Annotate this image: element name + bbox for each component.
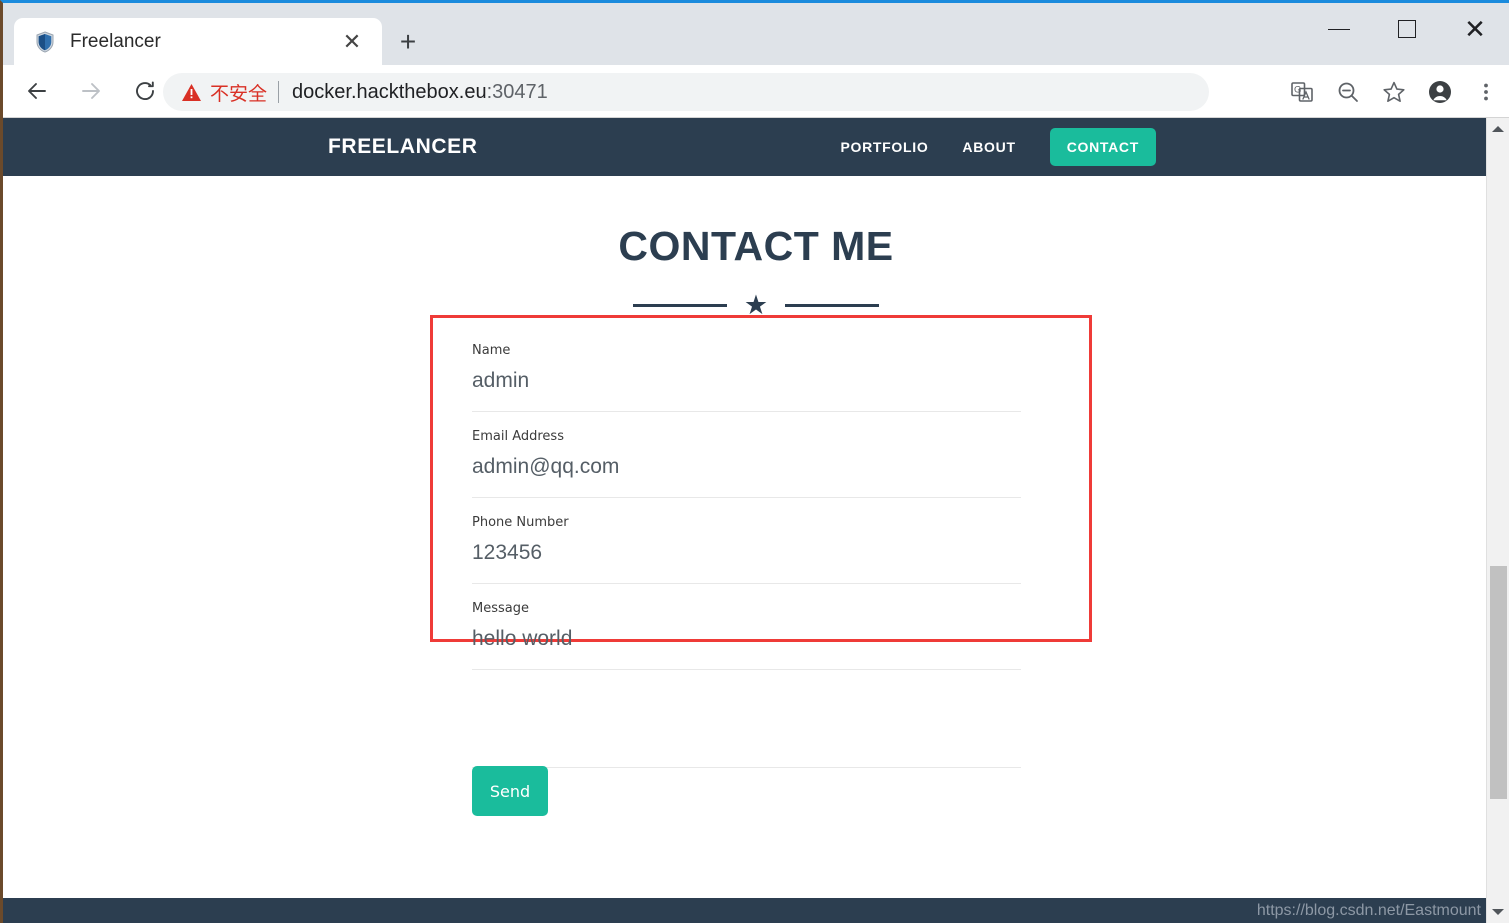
window-controls: ✕ bbox=[1305, 3, 1509, 55]
field-label-email: Email Address bbox=[472, 429, 564, 444]
minimize-icon bbox=[1328, 28, 1350, 30]
contact-form: Name admin Email Address admin@qq.com Ph… bbox=[472, 328, 1021, 768]
url-port: :30471 bbox=[486, 80, 548, 103]
warning-triangle-icon bbox=[181, 83, 202, 102]
nav-link-portfolio[interactable]: PORTFOLIO bbox=[840, 139, 928, 155]
watermark-text: https://blog.csdn.net/Eastmount bbox=[1256, 902, 1481, 919]
name-input[interactable]: admin bbox=[472, 369, 1021, 395]
phone-input[interactable]: 123456 bbox=[472, 541, 1021, 567]
form-field-email: Email Address admin@qq.com bbox=[472, 412, 1021, 498]
divider-bar-left bbox=[632, 304, 727, 307]
forward-arrow-icon bbox=[71, 71, 111, 111]
nav-link-contact[interactable]: CONTACT bbox=[1049, 128, 1156, 166]
omnibox-divider bbox=[278, 81, 280, 103]
shield-icon bbox=[35, 30, 55, 53]
menu-kebab-icon[interactable] bbox=[1463, 71, 1509, 113]
back-arrow-icon[interactable] bbox=[17, 71, 57, 111]
bookmark-star-icon[interactable] bbox=[1371, 71, 1417, 113]
reload-icon[interactable] bbox=[125, 71, 165, 111]
close-icon[interactable]: ✕ bbox=[340, 30, 364, 54]
minimize-button[interactable] bbox=[1305, 3, 1373, 55]
page-title: CONTACT ME bbox=[618, 223, 894, 269]
tab-strip: Freelancer ✕ + ✕ bbox=[3, 3, 1509, 65]
site-navbar: FREELANCER PORTFOLIO ABOUT CONTACT bbox=[3, 118, 1509, 176]
nav-link-about[interactable]: ABOUT bbox=[962, 139, 1015, 155]
vertical-scrollbar[interactable] bbox=[1486, 118, 1509, 923]
security-warning-label: 不安全 bbox=[210, 82, 268, 105]
scroll-down-arrow-icon[interactable] bbox=[1487, 901, 1509, 923]
browser-tab[interactable]: Freelancer ✕ bbox=[14, 18, 382, 65]
toolbar-icons: G bbox=[1279, 71, 1509, 113]
browser-toolbar: 不安全 docker.hackthebox.eu:30471 G bbox=[3, 65, 1509, 118]
form-field-name: Name admin bbox=[472, 328, 1021, 412]
send-button[interactable]: Send bbox=[472, 766, 548, 816]
form-spacer bbox=[472, 670, 1021, 768]
maximize-icon bbox=[1398, 20, 1416, 38]
divider-bar-right bbox=[785, 304, 880, 307]
tab-title: Freelancer bbox=[70, 30, 161, 52]
page-viewport: FREELANCER PORTFOLIO ABOUT CONTACT CONTA… bbox=[3, 118, 1509, 923]
url-text: docker.hackthebox.eu:30471 bbox=[292, 81, 548, 104]
email-input[interactable]: admin@qq.com bbox=[472, 455, 1021, 481]
site-brand[interactable]: FREELANCER bbox=[328, 135, 478, 159]
address-bar[interactable]: 不安全 docker.hackthebox.eu:30471 bbox=[163, 73, 1209, 111]
new-tab-button[interactable]: + bbox=[393, 27, 423, 57]
form-field-phone: Phone Number 123456 bbox=[472, 498, 1021, 584]
scrollbar-thumb[interactable] bbox=[1490, 566, 1507, 799]
scroll-up-arrow-icon[interactable] bbox=[1487, 118, 1509, 140]
zoom-out-icon[interactable] bbox=[1325, 71, 1371, 113]
form-field-message: Message hello world bbox=[472, 584, 1021, 670]
profile-avatar-icon[interactable] bbox=[1417, 71, 1463, 113]
site-nav-links: PORTFOLIO ABOUT CONTACT bbox=[840, 118, 1156, 176]
window-close-button[interactable]: ✕ bbox=[1441, 3, 1509, 55]
field-label-phone: Phone Number bbox=[472, 515, 569, 530]
translate-icon[interactable]: G bbox=[1279, 71, 1325, 113]
field-label-message: Message bbox=[472, 601, 529, 616]
message-input[interactable]: hello world bbox=[472, 627, 1021, 653]
maximize-button[interactable] bbox=[1373, 3, 1441, 55]
field-label-name: Name bbox=[472, 343, 511, 358]
url-host: docker.hackthebox.eu bbox=[292, 80, 487, 103]
browser-window: Freelancer ✕ + ✕ 不安全 docker.hackthebox.e… bbox=[0, 0, 1509, 923]
